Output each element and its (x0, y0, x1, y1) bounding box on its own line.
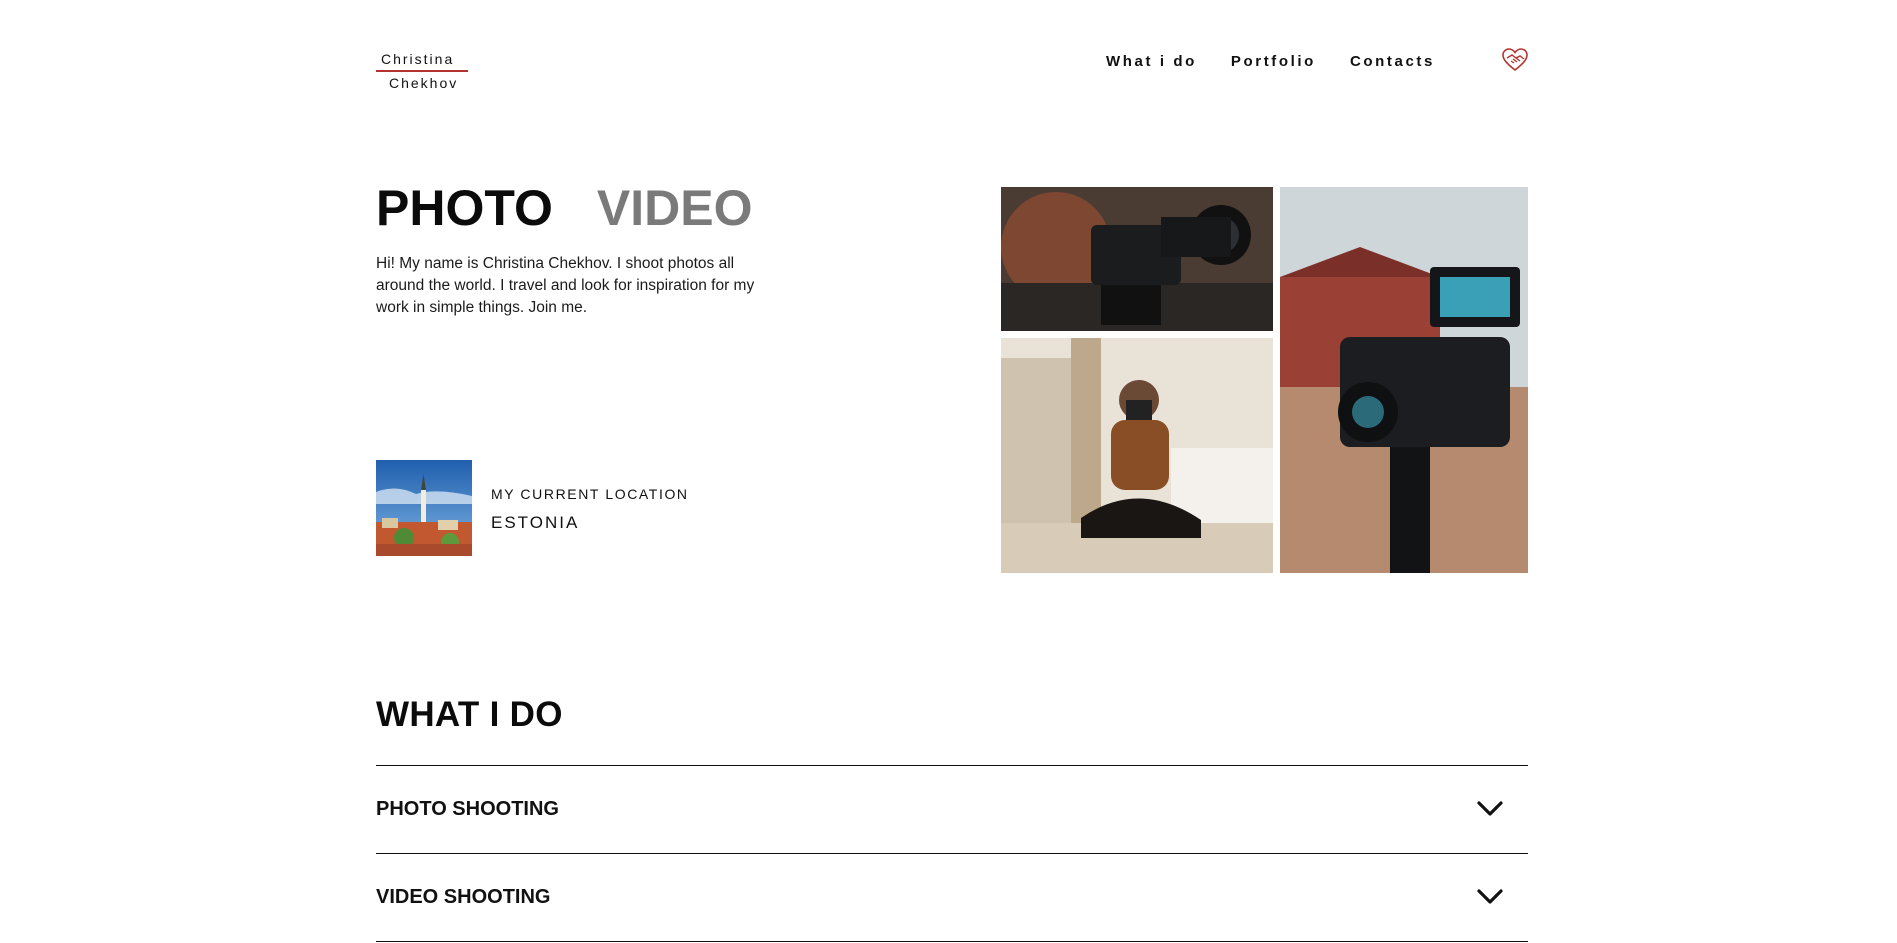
media-tabs: PHOTO VIDEO (376, 178, 796, 238)
tab-photo[interactable]: PHOTO (376, 178, 553, 238)
divider (376, 941, 1528, 942)
photo-camera-gimbal[interactable] (1001, 187, 1273, 331)
logo-last-name: Chekhov (389, 75, 459, 91)
nav-contacts[interactable]: Contacts (1350, 53, 1435, 70)
chevron-down-icon[interactable] (1476, 888, 1504, 906)
photo-woman-camera[interactable] (1001, 338, 1273, 573)
photo-cinema-camera[interactable] (1280, 187, 1528, 573)
site-logo[interactable]: Christina Chekhov (376, 50, 470, 93)
section-title-what-i-do: WHAT I DO (376, 695, 563, 734)
logo-underline (376, 70, 468, 72)
accordion-photo-shooting[interactable]: PHOTO SHOOTING (376, 765, 1528, 853)
chevron-down-icon[interactable] (1476, 800, 1504, 818)
location-value: ESTONIA (491, 513, 580, 532)
location-label: MY CURRENT LOCATION (491, 486, 689, 502)
page: Christina Chekhov What i do Portfolio Co… (0, 0, 1897, 943)
nav-portfolio[interactable]: Portfolio (1231, 53, 1316, 70)
main-nav: What i do Portfolio Contacts (1106, 53, 1469, 70)
accordion-video-shooting[interactable]: VIDEO SHOOTING (376, 853, 1528, 941)
location-image (376, 460, 472, 556)
tab-video[interactable]: VIDEO (597, 178, 753, 238)
heart-handshake-icon[interactable] (1502, 48, 1528, 72)
accordion-label: VIDEO SHOOTING (376, 885, 551, 908)
intro-text: Hi! My name is Christina Chekhov. I shoo… (376, 255, 755, 316)
logo-first-name: Christina (381, 51, 455, 67)
nav-what-i-do[interactable]: What i do (1106, 53, 1197, 70)
accordion-label: PHOTO SHOOTING (376, 797, 559, 820)
